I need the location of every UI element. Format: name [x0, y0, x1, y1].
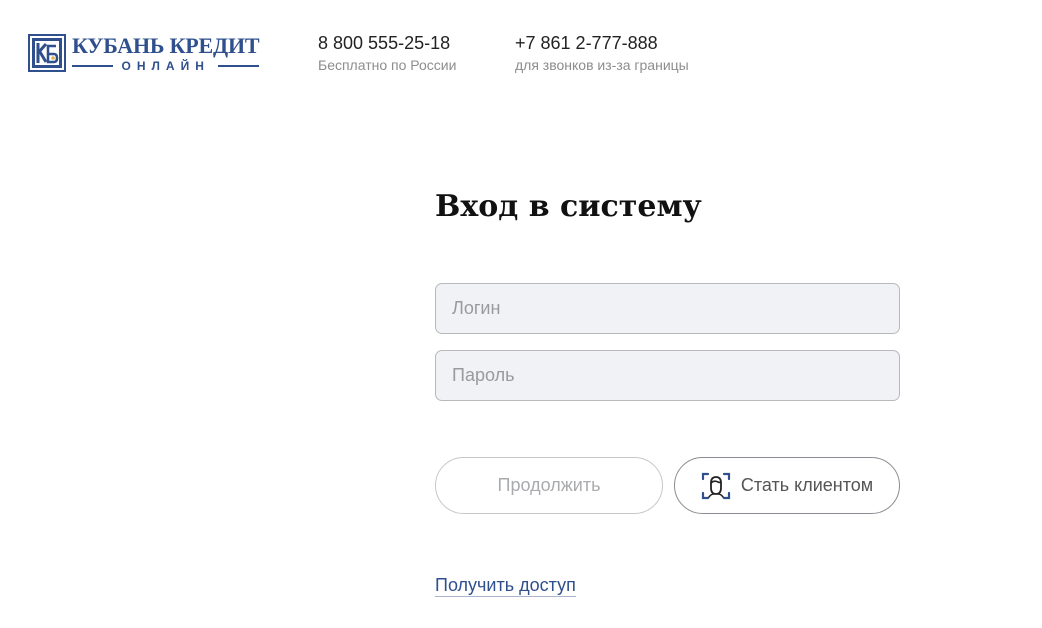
- continue-button-label: Продолжить: [497, 475, 601, 495]
- brand-name: КУБАНЬ КРЕДИТ: [72, 33, 260, 58]
- become-client-label: Стать клиентом: [740, 475, 874, 495]
- phone-russia: 8 800 555-25-18 Бесплатно по России: [318, 33, 456, 73]
- subtitle-rule-right: [217, 65, 260, 67]
- logo-text: КУБАНЬ КРЕДИТ ОНЛАЙН: [72, 33, 260, 73]
- subtitle-rule-left: [72, 65, 114, 67]
- phone-abroad: +7 861 2-777-888 для звонков из-за грани…: [515, 33, 689, 73]
- phone-note: Бесплатно по России: [318, 57, 457, 73]
- page-title: Вход в систему: [435, 189, 702, 224]
- become-client-button[interactable]: Стать клиентом: [674, 457, 900, 514]
- get-access-link[interactable]: Получить доступ: [435, 574, 576, 597]
- brand-logo[interactable]: КУБАНЬ КРЕДИТ ОНЛАЙН: [28, 33, 260, 73]
- phone-number[interactable]: +7 861 2-777-888: [515, 33, 689, 53]
- brand-subtitle-row: ОНЛАЙН: [72, 59, 260, 73]
- phone-number[interactable]: 8 800 555-25-18: [318, 33, 456, 53]
- face-id-icon: [701, 472, 730, 499]
- password-input[interactable]: [435, 350, 900, 401]
- logo-mark-icon: [28, 34, 66, 72]
- continue-button[interactable]: Продолжить: [435, 457, 663, 514]
- login-input[interactable]: [435, 283, 900, 334]
- brand-subtitle: ОНЛАЙН: [121, 59, 210, 73]
- login-page: КУБАНЬ КРЕДИТ ОНЛАЙН 8 800 555-25-18 Бес…: [0, 0, 1042, 628]
- phone-note: для звонков из-за границы: [515, 57, 689, 73]
